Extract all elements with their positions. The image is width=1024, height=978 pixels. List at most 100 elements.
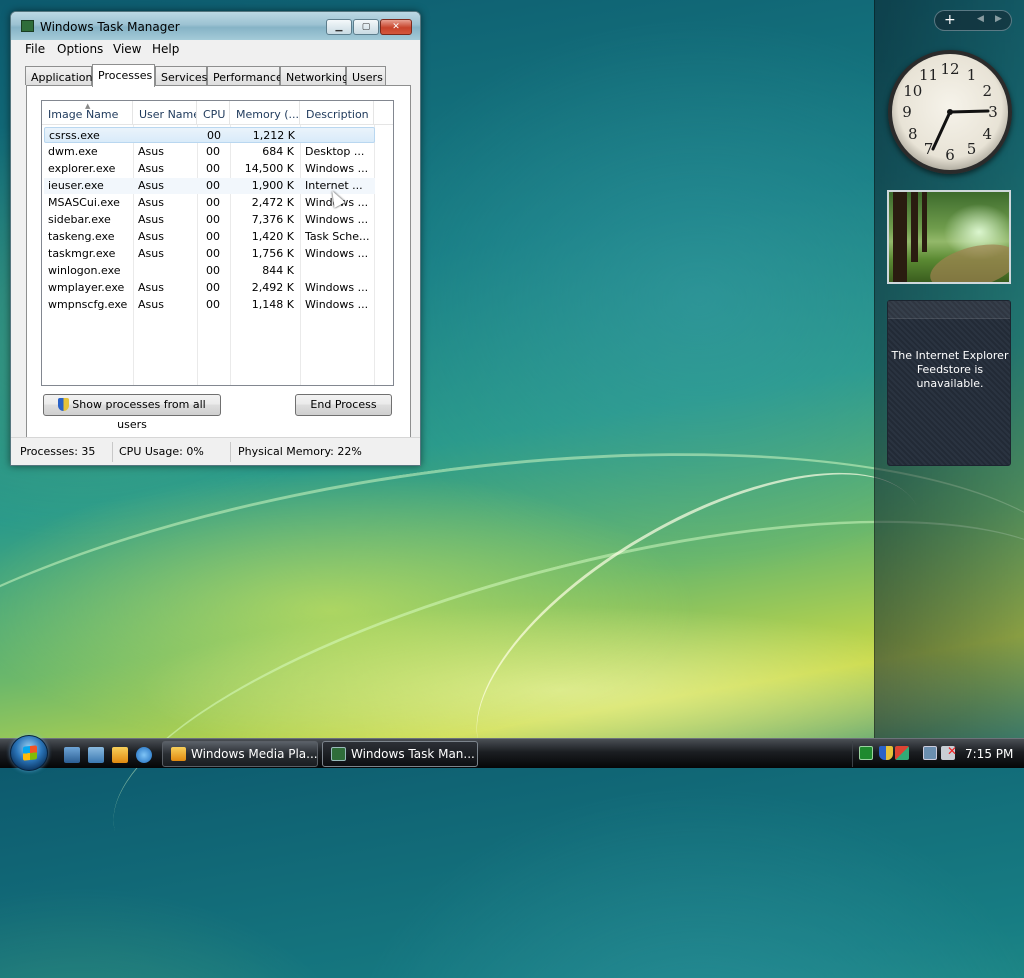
sort-ascending-icon: ▲: [85, 102, 91, 110]
menu-file[interactable]: File: [25, 42, 45, 56]
table-row[interactable]: taskmgr.exe Asus 00 1,756 K Windows ...: [44, 246, 375, 262]
cell-mem: 1,212 K: [252, 129, 295, 142]
cell-cpu: 00: [206, 281, 220, 294]
feed-unavailable-message: The Internet Explorer Feedstore is unava…: [891, 349, 1009, 390]
table-row[interactable]: dwm.exe Asus 00 684 K Desktop ...: [44, 144, 375, 160]
column-memory[interactable]: Memory (...: [230, 101, 300, 125]
cell-mem: 1,756 K: [251, 247, 294, 260]
status-separator: [112, 442, 113, 462]
cell-cpu: 00: [206, 247, 220, 260]
column-memory-label: Memory (...: [236, 108, 300, 121]
menu-options[interactable]: Options: [57, 42, 103, 56]
clock-gadget[interactable]: 12 1 2 3 4 5 6 7 8 9 10 11: [888, 50, 1012, 174]
menu-bar: File Options View Help: [11, 40, 420, 59]
cell-desc: Windows ...: [305, 281, 369, 294]
table-row[interactable]: explorer.exe Asus 00 14,500 K Windows ...: [44, 161, 375, 177]
cell-user: Asus: [138, 179, 164, 192]
media-player-icon: [171, 747, 186, 761]
cell-user: Asus: [138, 213, 164, 226]
table-row[interactable]: ieuser.exe Asus 00 1,900 K Internet ...: [44, 178, 375, 194]
tab-users[interactable]: Users: [346, 66, 386, 85]
table-row[interactable]: wmplayer.exe Asus 00 2,492 K Windows ...: [44, 280, 375, 296]
switch-windows-icon[interactable]: [88, 747, 104, 763]
cell-user: Asus: [138, 281, 164, 294]
cell-name: wmplayer.exe: [48, 281, 125, 294]
status-separator: [230, 442, 231, 462]
security-shield-icon[interactable]: [879, 746, 893, 760]
column-cpu[interactable]: CPU: [197, 101, 230, 125]
taskbar-item-label: Windows Task Man...: [351, 747, 475, 761]
tab-applications[interactable]: Applications: [25, 66, 98, 85]
show-desktop-icon[interactable]: [64, 747, 80, 763]
cell-user: Asus: [138, 247, 164, 260]
start-button[interactable]: [10, 735, 48, 771]
table-row[interactable]: MSASCui.exe Asus 00 2,472 K Windows ...: [44, 195, 375, 211]
title-bar[interactable]: Windows Task Manager ▁ ▢ ✕: [11, 12, 420, 40]
end-process-button[interactable]: End Process: [295, 394, 392, 416]
volume-muted-icon[interactable]: ✕: [941, 744, 957, 760]
tree-trunk: [922, 192, 927, 252]
media-player-quicklaunch-icon[interactable]: [112, 747, 128, 763]
cell-user: Asus: [138, 298, 164, 311]
add-gadget-button[interactable]: +: [944, 12, 956, 28]
tab-processes[interactable]: Processes: [92, 64, 155, 87]
minute-hand: [948, 109, 990, 114]
minimize-button[interactable]: ▁: [326, 19, 352, 35]
table-row[interactable]: csrss.exe 00 1,212 K: [44, 127, 375, 143]
clock-time[interactable]: 7:15 PM: [965, 747, 1013, 761]
cell-desc: Windows ...: [305, 247, 369, 260]
tab-performance[interactable]: Performance: [207, 66, 283, 85]
tab-networking[interactable]: Networking: [280, 66, 349, 85]
taskbar-item-task-manager[interactable]: Windows Task Man...: [322, 741, 478, 767]
next-gadgets-icon[interactable]: ▶: [995, 14, 1002, 24]
process-list[interactable]: ▲ Image Name User Name CPU Memory (... D…: [41, 100, 394, 386]
feed-headlines-gadget[interactable]: The Internet Explorer Feedstore is unava…: [887, 300, 1011, 466]
close-button[interactable]: ✕: [380, 19, 412, 35]
system-tray: ✕ 7:15 PM: [852, 741, 1024, 767]
table-row[interactable]: winlogon.exe 00 844 K: [44, 263, 375, 279]
show-all-processes-button[interactable]: Show processes from all users: [43, 394, 221, 431]
tree-trunk: [893, 192, 907, 282]
status-bar: Processes: 35 CPU Usage: 0% Physical Mem…: [11, 437, 420, 465]
cell-cpu: 00: [207, 129, 221, 142]
clock-center: [947, 109, 953, 115]
cell-cpu: 00: [206, 145, 220, 158]
maximize-button[interactable]: ▢: [353, 19, 379, 35]
table-row[interactable]: taskeng.exe Asus 00 1,420 K Task Sche...: [44, 229, 375, 245]
uac-shield-icon: [58, 398, 70, 411]
hour-hand: [931, 110, 952, 151]
tree-trunk: [911, 192, 918, 262]
windows-defender-icon[interactable]: [895, 746, 909, 760]
cell-desc: Windows ...: [305, 162, 369, 175]
cell-name: winlogon.exe: [48, 264, 121, 277]
cell-name: MSASCui.exe: [48, 196, 120, 209]
menu-view[interactable]: View: [113, 42, 141, 56]
internet-explorer-icon[interactable]: [136, 747, 152, 763]
tray-status-icon[interactable]: [859, 746, 873, 760]
cell-name: wmpnscfg.exe: [48, 298, 128, 311]
cell-cpu: 00: [206, 196, 220, 209]
cell-desc: Windows ...: [305, 298, 369, 311]
cell-name: csrss.exe: [49, 129, 100, 142]
tab-services[interactable]: Services: [155, 66, 207, 85]
slideshow-gadget[interactable]: [887, 190, 1011, 284]
column-description-label: Description: [306, 108, 369, 121]
cell-desc: Windows ...: [305, 213, 369, 226]
cell-cpu: 00: [206, 264, 220, 277]
cell-mem: 844 K: [262, 264, 294, 277]
feed-header: [888, 301, 1010, 319]
table-row[interactable]: sidebar.exe Asus 00 7,376 K Windows ...: [44, 212, 375, 228]
cell-mem: 14,500 K: [244, 162, 294, 175]
column-description[interactable]: Description: [300, 101, 374, 125]
table-row[interactable]: wmpnscfg.exe Asus 00 1,148 K Windows ...: [44, 297, 375, 313]
network-icon[interactable]: [923, 746, 937, 760]
menu-help[interactable]: Help: [152, 42, 179, 56]
task-manager-taskbar-icon: [331, 747, 346, 761]
process-list-header: ▲ Image Name User Name CPU Memory (... D…: [42, 101, 393, 125]
taskbar-item-media-player[interactable]: Windows Media Pla...: [162, 741, 318, 767]
column-image-name[interactable]: ▲ Image Name: [42, 101, 133, 125]
cell-cpu: 00: [206, 298, 220, 311]
taskbar: Windows Media Pla... Windows Task Man...…: [0, 735, 1024, 771]
column-user-name[interactable]: User Name: [133, 101, 197, 125]
previous-gadgets-icon[interactable]: ◀: [977, 14, 984, 24]
